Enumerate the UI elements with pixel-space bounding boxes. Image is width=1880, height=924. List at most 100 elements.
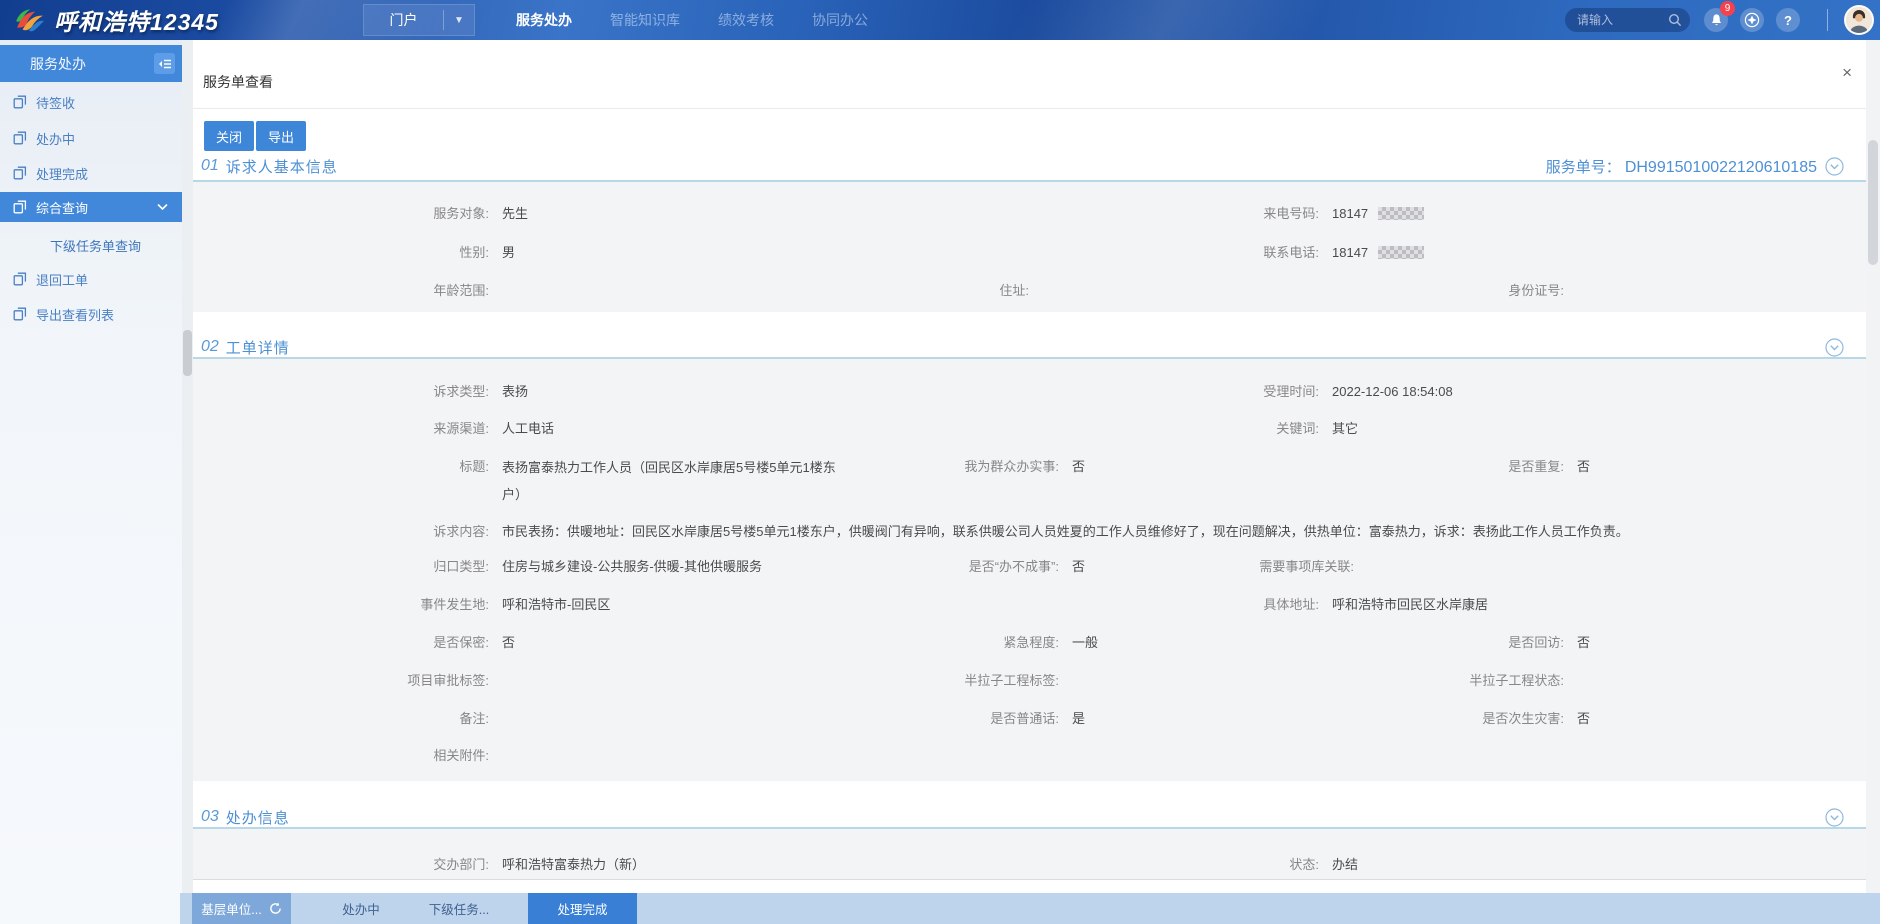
form-field: 具体地址:呼和浩特市回民区水岸康居 [1149, 590, 1488, 620]
section-collapse-icon[interactable] [1825, 808, 1844, 827]
inner-scrollbar-thumb[interactable] [183, 330, 192, 376]
close-icon[interactable]: × [1842, 64, 1852, 81]
search-icon[interactable] [1668, 13, 1682, 27]
form-field: 是否普通话: 是 [889, 704, 1085, 734]
form-field: 紧急程度:一般 [889, 628, 1098, 658]
nav-item[interactable]: 绩效考核 [718, 10, 774, 30]
form-field: 是否“办不成事”:否 [889, 552, 1085, 582]
field-label: 是否普通话: [889, 704, 1059, 734]
search-input[interactable] [1577, 13, 1668, 27]
field-value: 是 [1072, 711, 1085, 726]
sidebar-item[interactable]: 处办中 [0, 123, 182, 153]
field-label: 受理时间: [1149, 377, 1319, 407]
sidebar-item[interactable]: 处理完成 [0, 158, 182, 188]
inner-scrollbar-track[interactable] [182, 40, 193, 924]
section-collapse-icon[interactable] [1825, 338, 1844, 357]
field-label: 诉求内容: [319, 517, 489, 547]
field-value: 人工电话 [502, 421, 554, 436]
bottom-tab-label: 基层单位... [201, 899, 261, 918]
field-value: 否 [1577, 459, 1590, 474]
chevron-down-icon [157, 203, 168, 211]
section-number: 01 [201, 157, 219, 175]
chevron-down-icon[interactable]: ▼ [444, 15, 474, 26]
field-label: 我为群众办实事: [889, 452, 1059, 482]
sidebar-item-label: 处理完成 [36, 164, 88, 183]
user-avatar[interactable] [1844, 5, 1874, 35]
form-field: 关键词:其它 [1149, 414, 1358, 444]
sidebar-item[interactable]: 综合查询 [0, 192, 182, 222]
bottom-tab[interactable]: 处办中 [316, 893, 406, 924]
field-label: 是否回访: [1394, 628, 1564, 658]
app-logo: 呼和浩特12345 [14, 0, 219, 40]
order-number-label: 服务单号： [1546, 159, 1621, 176]
form-row: 归口类型:住房与城乡建设-公共服务-供暖-其他供暖服务是否“办不成事”:否需要事… [193, 552, 1866, 582]
sidebar-header-label: 服务处办 [30, 54, 86, 74]
nav-menu: 服务处办 智能知识库 绩效考核 协同办公 [516, 0, 868, 40]
field-value: 表扬富泰热力工作人员（回民区水岸康居5号楼5单元1楼东户） [502, 454, 837, 508]
document-copy-icon [13, 95, 27, 109]
form-field: 备注: [319, 704, 502, 734]
form-row: 交办部门:呼和浩特富泰热力（新）状态:办结 [193, 850, 1866, 880]
global-search[interactable] [1565, 8, 1690, 32]
help-button[interactable]: ? [1776, 8, 1800, 32]
sidebar-item-label: 待签收 [36, 93, 75, 112]
page-scrollbar-thumb[interactable] [1868, 140, 1878, 265]
page-scrollbar-track[interactable] [1866, 40, 1880, 893]
notifications-button[interactable]: 9 [1704, 8, 1728, 32]
form-field: 半拉子工程状态: [1394, 666, 1577, 696]
sidebar-collapse-button[interactable] [154, 53, 175, 74]
sidebar-item[interactable]: 退回工单 [0, 264, 182, 294]
form-field: 诉求类型:表扬 [319, 377, 528, 407]
apps-button[interactable] [1740, 8, 1764, 32]
field-label: 需要事项库关联: [1184, 552, 1354, 582]
section-title: 诉求人基本信息 [226, 156, 338, 177]
refresh-icon[interactable] [269, 902, 282, 915]
field-value: 呼和浩特富泰热力（新） [502, 857, 645, 872]
notification-badge: 9 [1720, 1, 1735, 16]
field-label: 联系电话: [1149, 238, 1319, 268]
close-button[interactable]: 关闭 [204, 121, 254, 151]
sidebar-item-label: 退回工单 [36, 270, 88, 289]
sidebar-item[interactable]: 导出查看列表 [0, 299, 182, 329]
field-value: 呼和浩特市回民区水岸康居 [1332, 597, 1488, 612]
field-label: 诉求类型: [319, 377, 489, 407]
form-row: 性别:男联系电话:18147 [193, 238, 1866, 268]
field-label: 是否保密: [319, 628, 489, 658]
form-field: 相关附件: [319, 741, 502, 771]
nav-item[interactable]: 智能知识库 [610, 10, 680, 30]
field-label: 标题: [319, 452, 489, 482]
nav-item[interactable]: 协同办公 [812, 10, 868, 30]
field-label: 关键词: [1149, 414, 1319, 444]
field-label: 身份证号: [1394, 276, 1564, 306]
field-value: 市民表扬：供暖地址：回民区水岸康居5号楼5单元1楼东户，供暖阀门有异响，联系供暖… [502, 524, 1629, 539]
sidebar-item[interactable]: 下级任务单查询 [0, 230, 182, 260]
sidebar-item[interactable]: 待签收 [0, 87, 182, 117]
bell-icon [1709, 13, 1724, 28]
bottom-tab[interactable]: 基层单位... [192, 893, 291, 924]
field-value: 一般 [1072, 635, 1098, 650]
form-field: 事件发生地:呼和浩特市-回民区 [319, 590, 610, 620]
sidebar-item-label: 导出查看列表 [36, 305, 114, 324]
export-button[interactable]: 导出 [256, 121, 306, 151]
section-number: 02 [201, 338, 219, 356]
bottom-tab[interactable]: 处理完成 [528, 893, 637, 924]
form-field: 半拉子工程标签: [889, 666, 1072, 696]
bottom-tab[interactable]: 下级任务... [416, 893, 502, 924]
field-label: 相关附件: [319, 741, 489, 771]
section-number: 03 [201, 808, 219, 826]
section-title: 处办信息 [226, 807, 290, 828]
section-title: 工单详情 [226, 337, 290, 358]
form-field: 需要事项库关联: [1184, 552, 1367, 582]
section-header: 01诉求人基本信息服务单号：DH9915010022120610185 [201, 152, 1844, 180]
form-field: 是否次生灾害:否 [1394, 704, 1590, 734]
form-row: 备注: 是否普通话: 是 是否次生灾害:否 [193, 704, 1866, 734]
portal-menu-button[interactable]: 门户 ▼ [363, 4, 475, 36]
document-copy-icon [13, 272, 27, 286]
form-field: 项目审批标签: [319, 666, 502, 696]
field-value: 否 [1577, 635, 1590, 650]
field-label: 是否重复: [1394, 452, 1564, 482]
form-field: 是否重复: 否 [1394, 452, 1590, 482]
section-collapse-icon[interactable] [1825, 157, 1844, 176]
nav-item[interactable]: 服务处办 [516, 10, 572, 30]
sidebar-item-label: 综合查询 [36, 198, 88, 217]
